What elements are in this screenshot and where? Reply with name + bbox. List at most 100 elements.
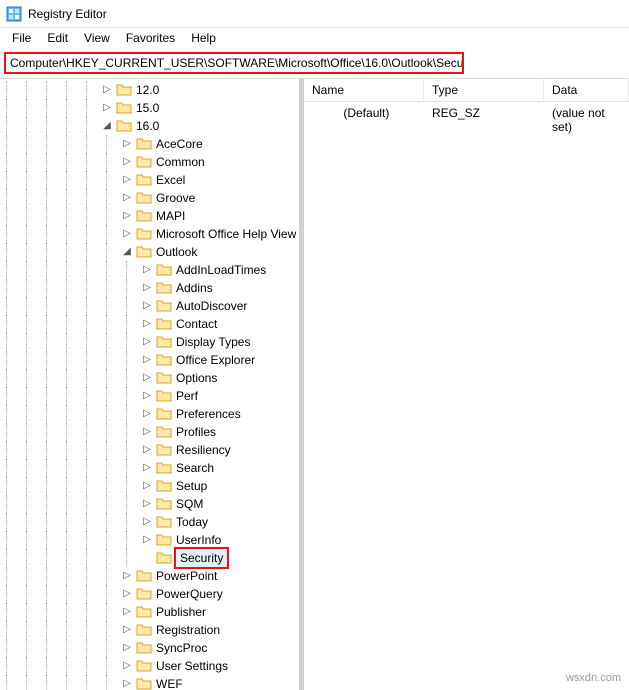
expander-open-icon[interactable]: ◢ (100, 119, 114, 133)
tree-node-sqm[interactable]: ▷ SQM (0, 495, 299, 513)
folder-icon (116, 82, 132, 98)
tree-label: Outlook (154, 243, 199, 261)
expander-closed-icon[interactable]: ▷ (140, 353, 154, 367)
tree-node-v16[interactable]: ◢ 16.0 (0, 117, 299, 135)
expander-closed-icon[interactable]: ▷ (120, 173, 134, 187)
menu-view[interactable]: View (78, 29, 116, 47)
expander-closed-icon[interactable]: ▷ (120, 623, 134, 637)
value-name: ab (Default) (304, 102, 424, 138)
expander-closed-icon[interactable]: ▷ (120, 155, 134, 169)
tree-label: AceCore (154, 135, 205, 153)
tree-label: Common (154, 153, 207, 171)
folder-icon (136, 154, 152, 170)
expander-closed-icon[interactable]: ▷ (120, 227, 134, 241)
expander-closed-icon[interactable]: ▷ (120, 659, 134, 673)
expander-closed-icon[interactable]: ▷ (100, 83, 114, 97)
menu-file[interactable]: File (6, 29, 37, 47)
addressbar-container: Computer\HKEY_CURRENT_USER\SOFTWARE\Micr… (0, 48, 629, 79)
expander-closed-icon[interactable]: ▷ (140, 335, 154, 349)
tree-node-registration[interactable]: ▷ Registration (0, 621, 299, 639)
tree-node-excel[interactable]: ▷ Excel (0, 171, 299, 189)
tree-label: Perf (174, 387, 200, 405)
col-name[interactable]: Name (304, 79, 424, 101)
tree-node-contact[interactable]: ▷ Contact (0, 315, 299, 333)
tree-node-profiles[interactable]: ▷ Profiles (0, 423, 299, 441)
tree-node-addins[interactable]: ▷ Addins (0, 279, 299, 297)
tree-node-userinfo[interactable]: ▷ UserInfo (0, 531, 299, 549)
tree-node-usersettings[interactable]: ▷ User Settings (0, 657, 299, 675)
tree-node-autodiscover[interactable]: ▷ AutoDiscover (0, 297, 299, 315)
tree-node-outlook[interactable]: ◢ Outlook (0, 243, 299, 261)
tree-node-officeexplorer[interactable]: ▷ Office Explorer (0, 351, 299, 369)
registry-tree: ▷ 12.0 ▷ 15.0 ◢ 16.0 ▷ AceCore ▷ Common … (0, 81, 299, 690)
expander-closed-icon[interactable]: ▷ (140, 443, 154, 457)
tree-node-publisher[interactable]: ▷ Publisher (0, 603, 299, 621)
tree-node-mapi[interactable]: ▷ MAPI (0, 207, 299, 225)
tree-label: Profiles (174, 423, 218, 441)
expander-closed-icon[interactable]: ▷ (140, 281, 154, 295)
folder-icon (156, 478, 172, 494)
expander-closed-icon[interactable]: ▷ (120, 641, 134, 655)
folder-icon (116, 100, 132, 116)
expander-open-icon[interactable]: ◢ (120, 245, 134, 259)
tree-node-v15[interactable]: ▷ 15.0 (0, 99, 299, 117)
expander-closed-icon[interactable]: ▷ (100, 101, 114, 115)
tree-node-acecore[interactable]: ▷ AceCore (0, 135, 299, 153)
tree-label: PowerPoint (154, 567, 219, 585)
tree-node-syncproc[interactable]: ▷ SyncProc (0, 639, 299, 657)
expander-closed-icon[interactable]: ▷ (140, 299, 154, 313)
menu-help[interactable]: Help (185, 29, 222, 47)
expander-closed-icon[interactable]: ▷ (120, 677, 134, 690)
expander-closed-icon[interactable]: ▷ (140, 497, 154, 511)
tree-label: AutoDiscover (174, 297, 249, 315)
tree-node-displaytypes[interactable]: ▷ Display Types (0, 333, 299, 351)
tree-node-search[interactable]: ▷ Search (0, 459, 299, 477)
tree-label: Publisher (154, 603, 208, 621)
tree-node-v12[interactable]: ▷ 12.0 (0, 81, 299, 99)
values-pane[interactable]: Name Type Data ab (Default) REG_SZ (valu… (304, 79, 629, 690)
tree-node-powerquery[interactable]: ▷ PowerQuery (0, 585, 299, 603)
tree-node-common[interactable]: ▷ Common (0, 153, 299, 171)
tree-node-mohv[interactable]: ▷ Microsoft Office Help View (0, 225, 299, 243)
value-row[interactable]: ab (Default) REG_SZ (value not set) (304, 102, 629, 138)
expander-closed-icon[interactable]: ▷ (120, 137, 134, 151)
menu-edit[interactable]: Edit (41, 29, 74, 47)
address-input[interactable]: Computer\HKEY_CURRENT_USER\SOFTWARE\Micr… (4, 52, 464, 74)
expander-closed-icon[interactable]: ▷ (140, 461, 154, 475)
expander-closed-icon[interactable]: ▷ (120, 209, 134, 223)
tree-node-setup[interactable]: ▷ Setup (0, 477, 299, 495)
tree-node-security[interactable]: Security (0, 549, 299, 567)
tree-node-today[interactable]: ▷ Today (0, 513, 299, 531)
tree-node-options[interactable]: ▷ Options (0, 369, 299, 387)
tree-node-preferences[interactable]: ▷ Preferences (0, 405, 299, 423)
folder-icon (156, 532, 172, 548)
tree-node-resiliency[interactable]: ▷ Resiliency (0, 441, 299, 459)
col-type[interactable]: Type (424, 79, 544, 101)
tree-label: Display Types (174, 333, 252, 351)
tree-label: MAPI (154, 207, 187, 225)
expander-closed-icon[interactable]: ▷ (140, 389, 154, 403)
menu-favorites[interactable]: Favorites (120, 29, 181, 47)
expander-closed-icon[interactable]: ▷ (140, 479, 154, 493)
tree-pane[interactable]: ▷ 12.0 ▷ 15.0 ◢ 16.0 ▷ AceCore ▷ Common … (0, 79, 300, 690)
expander-closed-icon[interactable]: ▷ (140, 533, 154, 547)
tree-node-perf[interactable]: ▷ Perf (0, 387, 299, 405)
folder-icon (156, 298, 172, 314)
expander-closed-icon[interactable]: ▷ (120, 569, 134, 583)
expander-closed-icon[interactable]: ▷ (140, 371, 154, 385)
folder-icon (136, 136, 152, 152)
expander-closed-icon[interactable]: ▷ (120, 587, 134, 601)
tree-node-powerpoint[interactable]: ▷ PowerPoint (0, 567, 299, 585)
tree-node-groove[interactable]: ▷ Groove (0, 189, 299, 207)
tree-node-wef[interactable]: ▷ WEF (0, 675, 299, 690)
tree-label: Search (174, 459, 216, 477)
expander-closed-icon[interactable]: ▷ (120, 191, 134, 205)
expander-closed-icon[interactable]: ▷ (140, 263, 154, 277)
expander-closed-icon[interactable]: ▷ (140, 407, 154, 421)
col-data[interactable]: Data (544, 79, 629, 101)
expander-closed-icon[interactable]: ▷ (140, 515, 154, 529)
expander-closed-icon[interactable]: ▷ (140, 425, 154, 439)
expander-closed-icon[interactable]: ▷ (140, 317, 154, 331)
tree-node-addinloadtimes[interactable]: ▷ AddInLoadTimes (0, 261, 299, 279)
expander-closed-icon[interactable]: ▷ (120, 605, 134, 619)
